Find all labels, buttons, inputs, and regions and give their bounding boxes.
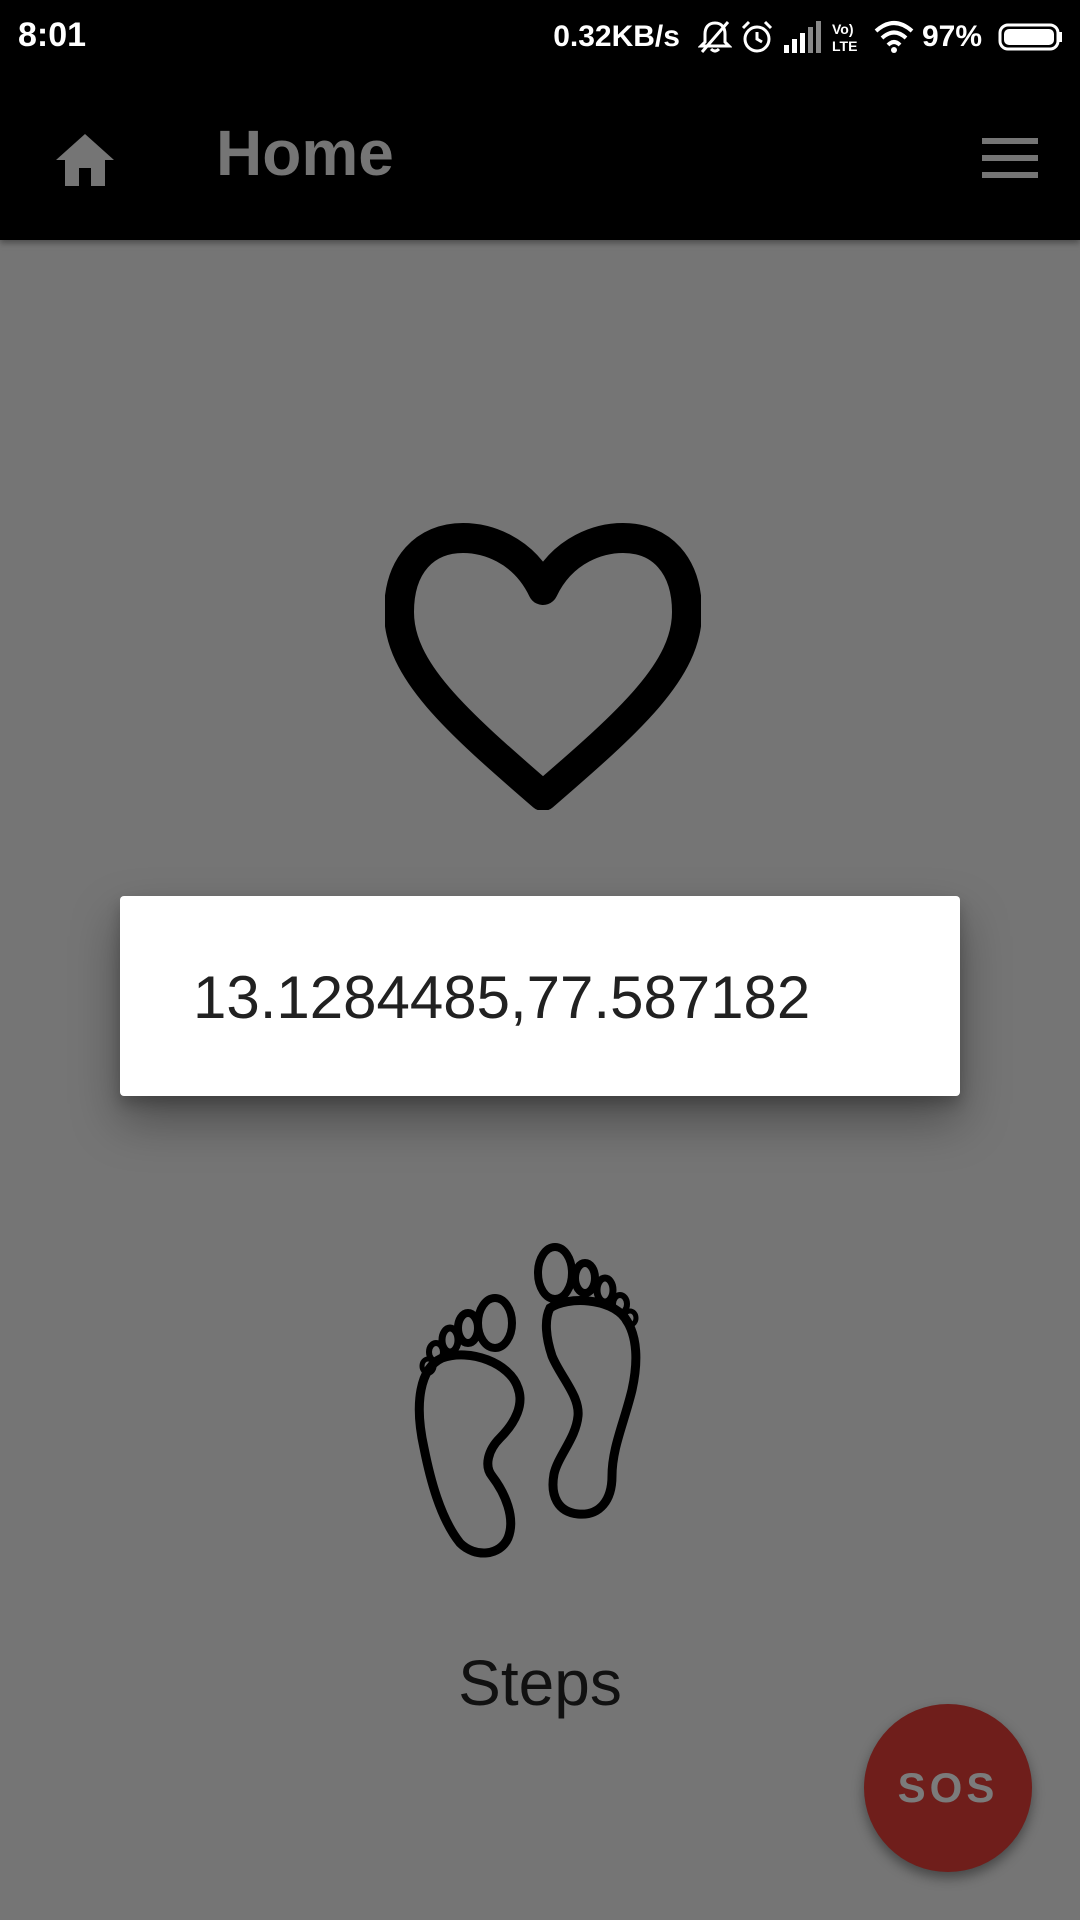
sos-label: SOS bbox=[897, 1764, 999, 1811]
screen: 8:01 0.32KB/s Vo) LTE 97% Home 13.128448… bbox=[0, 0, 1080, 1920]
home-button[interactable] bbox=[50, 124, 120, 194]
status-time: 8:01 bbox=[18, 16, 87, 54]
hamburger-menu-icon bbox=[982, 138, 1038, 178]
alarm-icon bbox=[740, 19, 774, 55]
signal-icon bbox=[782, 19, 822, 55]
app-bar: Home bbox=[0, 74, 1080, 240]
location-card: 13.1284485,77.587182 bbox=[120, 896, 960, 1096]
status-icons: 0.32KB/s Vo) LTE 97% bbox=[553, 14, 1064, 60]
wifi-icon bbox=[874, 19, 914, 55]
sos-button[interactable]: SOS bbox=[864, 1704, 1032, 1872]
footprints-icon[interactable] bbox=[400, 1238, 680, 1563]
home-icon bbox=[56, 134, 114, 186]
volte-icon: Vo) LTE bbox=[830, 19, 866, 55]
network-speed: 0.32KB/s bbox=[553, 20, 680, 53]
battery-percent: 97% bbox=[921, 20, 982, 53]
status-bar: 8:01 0.32KB/s Vo) LTE 97% bbox=[0, 0, 1080, 74]
volte-bottom-text: LTE bbox=[832, 38, 857, 54]
page-title: Home bbox=[216, 117, 394, 189]
battery-icon bbox=[998, 19, 1064, 55]
location-coordinates: 13.1284485,77.587182 bbox=[193, 964, 811, 1031]
menu-button[interactable] bbox=[980, 132, 1040, 184]
muted-bell-icon bbox=[697, 19, 732, 55]
heart-icon[interactable] bbox=[384, 520, 702, 811]
volte-top-text: Vo) bbox=[832, 21, 854, 37]
